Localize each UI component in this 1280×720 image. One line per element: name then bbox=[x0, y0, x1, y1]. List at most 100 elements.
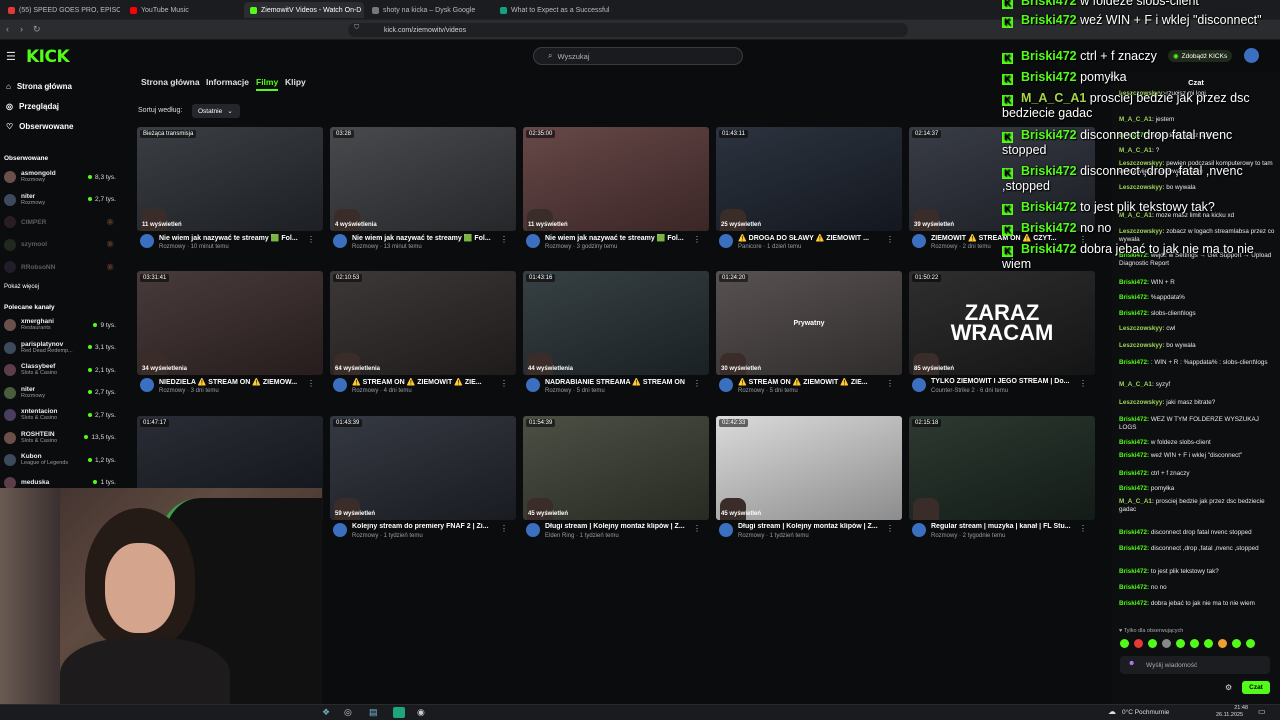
get-kicks-button[interactable]: ◉ Zdobądź KICKs bbox=[1168, 50, 1233, 62]
emote-icon[interactable] bbox=[1246, 639, 1255, 648]
send-chat-button[interactable]: Czat bbox=[1242, 681, 1270, 694]
video-thumbnail[interactable]: ZARAZ WRACAM 01:50:22 85 wyświetleń bbox=[909, 271, 1095, 375]
sidebar-channel[interactable]: parisplatynov Red Dead Redemp... 3,1 tys. bbox=[4, 339, 122, 357]
sort-dropdown[interactable]: Ostatnie ⌄ bbox=[192, 104, 240, 118]
sidebar-channel[interactable]: CIMPER 🔕 bbox=[4, 213, 122, 231]
menu-icon[interactable]: ☰ bbox=[6, 50, 16, 63]
more-options-icon[interactable]: ⋮ bbox=[500, 235, 508, 244]
video-thumbnail[interactable]: 01:43:16 44 wyświetlenia bbox=[523, 271, 709, 375]
sidebar-nav-item[interactable]: ⌂ Strona główna bbox=[6, 82, 72, 91]
more-options-icon[interactable]: ⋮ bbox=[693, 379, 701, 388]
more-options-icon[interactable]: ⋮ bbox=[500, 379, 508, 388]
emote-icon[interactable] bbox=[1176, 639, 1185, 648]
more-options-icon[interactable]: ⋮ bbox=[693, 524, 701, 533]
more-options-icon[interactable]: ⋮ bbox=[307, 235, 315, 244]
files-icon[interactable]: ▤ bbox=[369, 707, 378, 718]
chat-username[interactable]: M_A_C_A1: bbox=[1119, 381, 1154, 388]
video-thumbnail[interactable]: 02:15:18 bbox=[909, 416, 1095, 520]
emote-icon[interactable] bbox=[1232, 639, 1241, 648]
chat-username[interactable]: Briski472: bbox=[1119, 529, 1149, 536]
settings-icon[interactable]: ⚙ bbox=[1225, 683, 1232, 692]
channel-tab[interactable]: Strona główna bbox=[141, 77, 200, 87]
video-title[interactable]: NADRABIANIE STREAMA ⚠️ STREAM ON bbox=[545, 378, 697, 386]
more-options-icon[interactable]: ⋮ bbox=[1079, 379, 1087, 388]
channel-avatar[interactable] bbox=[719, 378, 733, 392]
emote-icon[interactable] bbox=[1148, 639, 1157, 648]
more-options-icon[interactable]: ⋮ bbox=[693, 235, 701, 244]
emote-icon[interactable] bbox=[1190, 639, 1199, 648]
emote-picker-icon[interactable]: ☻ bbox=[1128, 660, 1135, 667]
more-options-icon[interactable]: ⋮ bbox=[500, 524, 508, 533]
profile-avatar[interactable] bbox=[1244, 48, 1259, 63]
channel-avatar[interactable] bbox=[140, 234, 154, 248]
video-thumbnail[interactable]: 02:10:53 64 wyświetlenia bbox=[330, 271, 516, 375]
video-title[interactable]: Długi stream | Kolejny montaż klipów | Z… bbox=[545, 523, 697, 530]
channel-tab[interactable]: Informacje bbox=[206, 77, 249, 87]
sidebar-nav-item[interactable]: ◎ Przeglądaj bbox=[6, 102, 59, 111]
search-taskbar-icon[interactable]: ◎ bbox=[344, 707, 352, 718]
reload-icon[interactable]: ↻ bbox=[33, 24, 41, 35]
video-card[interactable]: Bieżąca transmisja 11 wyświetleń Nie wiem … bbox=[137, 127, 323, 267]
emote-icon[interactable] bbox=[1218, 639, 1227, 648]
sidebar-channel[interactable]: Classybeef Slots & Casino 2,1 tys. bbox=[4, 361, 122, 379]
sidebar-channel[interactable]: niter Rozmowy 2,7 tys. bbox=[4, 191, 122, 209]
chat-username[interactable]: Leszczowskyy: bbox=[1119, 228, 1165, 235]
channel-avatar[interactable] bbox=[912, 234, 926, 248]
emote-icon[interactable] bbox=[1204, 639, 1213, 648]
channel-tab[interactable]: Klipy bbox=[285, 77, 306, 87]
video-title[interactable]: NIEDZIELA ⚠️ STREAM ON ⚠️ ZIEMOW... bbox=[159, 378, 311, 386]
channel-avatar[interactable] bbox=[140, 378, 154, 392]
browser-tab[interactable]: What to Expect as a Successful Strea bbox=[494, 2, 612, 18]
video-title[interactable]: Nie wiem jak nazywać te streamy 🟩 Fol... bbox=[352, 234, 504, 242]
channel-avatar[interactable] bbox=[333, 234, 347, 248]
emote-icon[interactable] bbox=[1162, 639, 1171, 648]
video-thumbnail[interactable]: 01:43:39 59 wyświetleń bbox=[330, 416, 516, 520]
video-title[interactable]: Nie wiem jak nazywać te streamy 🟩 Fol... bbox=[159, 234, 311, 242]
video-title[interactable]: Regular stream | muzyka | kanał | FL Stu… bbox=[931, 523, 1083, 530]
video-thumbnail[interactable]: 03:31:41 34 wyświetlenia bbox=[137, 271, 323, 375]
app-icon[interactable] bbox=[393, 707, 405, 718]
sidebar-channel[interactable]: asmongold Rozmowy 8,3 tys. bbox=[4, 168, 122, 186]
forward-icon[interactable]: › bbox=[20, 24, 23, 34]
video-card[interactable]: 02:15:18 Regular stream | muzyka | kanał … bbox=[909, 416, 1095, 556]
sidebar-channel[interactable]: xmerghani Restaurants 9 tys. bbox=[4, 316, 122, 334]
chat-username[interactable]: Briski472: bbox=[1119, 545, 1149, 552]
search-input[interactable]: ⌕ Wyszukaj bbox=[533, 47, 743, 65]
chat-username[interactable]: M_A_C_A1: bbox=[1119, 498, 1154, 505]
video-title[interactable]: ⚠️ STREAM ON ⚠️ ZIEMOWIT ⚠️ ZIE... bbox=[738, 378, 890, 386]
browser-tab[interactable]: YouTube Music bbox=[124, 2, 240, 18]
chat-input[interactable]: Wyślij wiadomość bbox=[1120, 656, 1270, 674]
url-input[interactable]: kick.com/ziemowitv/videos bbox=[348, 23, 908, 37]
sidebar-channel[interactable]: ROSHTEIN Slots & Casino 13,5 tys. bbox=[4, 429, 122, 447]
start-icon[interactable]: ❖ bbox=[322, 707, 330, 718]
video-card[interactable]: 03:31:41 34 wyświetlenia NIEDZIELA ⚠️ STRE… bbox=[137, 271, 323, 411]
bookmark-icon[interactable]: ⛉ bbox=[354, 24, 359, 32]
video-title[interactable]: ⚠️ STREAM ON ⚠️ ZIEMOWIT ⚠️ ZIE... bbox=[352, 378, 504, 386]
more-options-icon[interactable]: ⋮ bbox=[886, 379, 894, 388]
chat-username[interactable]: Briski472: bbox=[1119, 416, 1149, 423]
sidebar-channel[interactable]: niter Rozmowy 2,7 tys. bbox=[4, 384, 122, 402]
more-options-icon[interactable]: ⋮ bbox=[886, 524, 894, 533]
video-title[interactable]: ⚠️ DROGA DO SŁAWY ⚠️ ZIEMOWIT ... bbox=[738, 234, 890, 242]
chat-username[interactable]: Briski472: bbox=[1119, 452, 1149, 459]
chat-username[interactable]: Leszczowskyy: bbox=[1119, 342, 1165, 349]
sidebar-channel[interactable]: szymool 🔕 bbox=[4, 236, 122, 254]
video-thumbnail[interactable]: Bieżąca transmisja 11 wyświetleń bbox=[137, 127, 323, 231]
chat-username[interactable]: Briski472: bbox=[1119, 470, 1149, 477]
chat-username[interactable]: Briski472: bbox=[1119, 294, 1149, 301]
chat-username[interactable]: Briski472: bbox=[1119, 310, 1149, 317]
video-card[interactable]: 03:28 4 wyświetlenia Nie wiem jak nazywać … bbox=[330, 127, 516, 267]
browser-tab[interactable]: ZiemowitV Videos - Watch On-D bbox=[244, 2, 364, 18]
video-card[interactable]: 02:42:33 45 wyświetleń Długi stream | Kole… bbox=[716, 416, 902, 556]
channel-avatar[interactable] bbox=[333, 378, 347, 392]
chat-username[interactable]: Briski472: bbox=[1119, 600, 1149, 607]
more-options-icon[interactable]: ⋮ bbox=[1079, 524, 1087, 533]
channel-avatar[interactable] bbox=[333, 523, 347, 537]
video-thumbnail[interactable]: 01:43:11 25 wyświetleń bbox=[716, 127, 902, 231]
chat-username[interactable]: Leszczowskyy: bbox=[1119, 325, 1165, 332]
chat-username[interactable]: Briski472: bbox=[1119, 584, 1149, 591]
video-thumbnail[interactable]: Prywatny 01:24:20 30 wyświetleń bbox=[716, 271, 902, 375]
back-icon[interactable]: ‹ bbox=[6, 24, 9, 34]
video-thumbnail[interactable]: 02:35:00 11 wyświetleń bbox=[523, 127, 709, 231]
sidebar-channel[interactable]: RRobsoNN 🔕 bbox=[4, 258, 122, 276]
